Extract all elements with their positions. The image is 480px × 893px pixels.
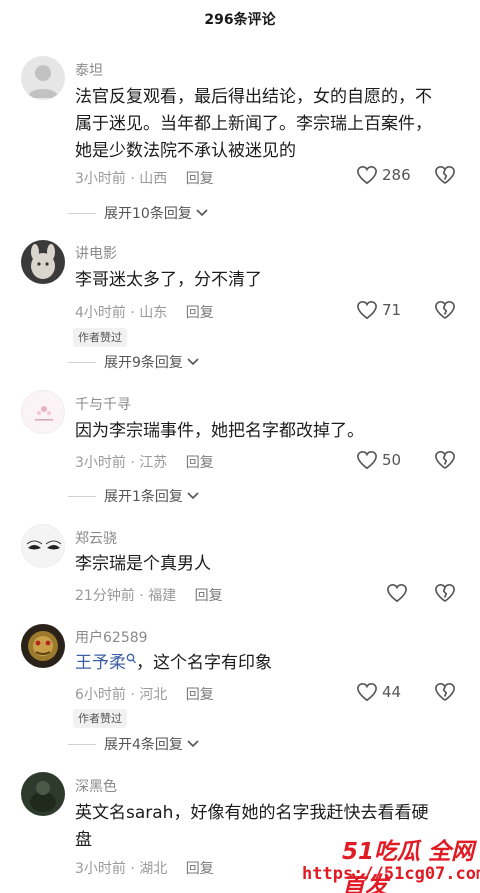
reply-button[interactable]: 回复 [186,171,214,187]
broken-heart-icon [435,451,455,469]
like-count: 44 [382,683,402,701]
comment-text-line: ，这个名字有印象 [136,653,272,673]
heart-icon [357,300,377,320]
divider-line [68,743,96,745]
broken-heart-icon [435,166,455,184]
comment-count-title: 296条评论 [204,12,276,28]
comment-text-line: 李哥迷太多了，分不清了 [75,270,262,290]
comment-text: 王予柔 ，这个名字有印象 [75,650,467,677]
divider-line [68,361,96,363]
like-count: 71 [382,301,402,319]
comment-meta: 3小时前 · 湖北 回复 [75,861,214,877]
comment-text: 李宗瑞是个真男人 [75,551,467,578]
comment-username[interactable]: 泰坦 [75,60,103,80]
comment-text: 法官反复观看，最后得出结论，女的自愿的，不 属于迷见。当年都上新闻了。李宗瑞上百… [75,84,467,165]
broken-heart-icon [435,584,455,602]
heart-icon [387,583,407,603]
comment-time: 21分钟前 [75,588,135,604]
like-button[interactable]: 286 [356,165,411,185]
comment-meta: 6小时前 · 河北 回复 [75,687,214,703]
expand-replies-button[interactable]: 展开4条回复 [68,734,199,754]
like-count: 50 [382,451,402,469]
comment-time: 6小时前 [75,687,126,703]
broken-heart-icon [435,301,455,319]
dislike-button[interactable] [434,300,456,324]
comment-time: 4小时前 [75,305,126,321]
expand-replies-label: 展开9条回复 [104,355,183,371]
comment-meta: 3小时前 · 山西 回复 [75,171,214,187]
like-button[interactable]: 44 [356,682,401,702]
expand-replies-button[interactable]: 展开1条回复 [68,486,199,506]
comment-meta: 21分钟前 · 福建 回复 [75,588,223,604]
comment-time: 3小时前 [75,455,126,471]
chevron-down-icon [187,492,199,500]
chevron-down-icon [187,740,199,748]
author-liked-badge: 作者赞过 [73,328,127,347]
expand-replies-label: 展开10条回复 [104,206,192,222]
comment-location: 河北 [139,687,168,703]
comment-text-line: 法官反复观看，最后得出结论，女的自愿的，不 [75,87,432,107]
comment-text-line: 李宗瑞是个真男人 [75,554,211,574]
heart-icon [357,682,377,702]
divider-line [68,495,96,497]
chevron-down-icon [196,209,208,217]
eyes-avatar-icon[interactable] [21,524,65,568]
default-avatar-icon[interactable] [21,56,65,100]
like-button[interactable] [386,583,408,603]
expand-replies-label: 展开4条回复 [104,737,183,753]
comment-meta: 3小时前 · 江苏 回复 [75,455,214,471]
comment-location: 湖北 [139,861,168,877]
heart-icon [357,450,377,470]
comment-text-line: 属于迷见。当年都上新闻了。李宗瑞上百案件， [75,114,432,134]
comment-username[interactable]: 千与千寻 [75,394,131,414]
comment-text: 李哥迷太多了，分不清了 [75,267,467,294]
like-button[interactable]: 50 [356,450,401,470]
watermark-url: https://51cg07.com [302,864,480,884]
comment-location: 江苏 [139,455,168,471]
comment-location: 山东 [139,305,168,321]
expand-replies-button[interactable]: 展开10条回复 [68,203,208,223]
comment-meta: 4小时前 · 山东 回复 [75,305,214,321]
dislike-button[interactable] [434,165,456,189]
plush-toy-avatar-icon[interactable] [21,240,65,284]
dislike-button[interactable] [434,450,456,474]
author-liked-badge: 作者赞过 [73,709,127,728]
user-mention-link[interactable]: 王予柔 [75,653,126,673]
flower-avatar-icon[interactable] [21,390,65,434]
reply-button[interactable]: 回复 [186,861,214,877]
dragon-avatar-icon[interactable] [21,624,65,668]
expand-replies-label: 展开1条回复 [104,489,183,505]
dislike-button[interactable] [434,682,456,706]
comment-text-line: 她是少数法院不承认被迷见的 [75,141,296,161]
reply-button[interactable]: 回复 [186,305,214,321]
comment-username[interactable]: 用户62589 [75,627,148,647]
comment-text-line: 英文名sarah，好像有她的名字我赶快去看看硬 [75,803,429,823]
comment-username[interactable]: 郑云骁 [75,528,117,548]
site-watermark: 51吃瓜 全网首发 https://51cg07.com [288,832,480,893]
reply-button[interactable]: 回复 [186,687,214,703]
heart-icon [357,165,377,185]
reply-button[interactable]: 回复 [195,588,223,604]
comment-text: 因为李宗瑞事件，她把名字都改掉了。 [75,418,467,445]
comment-location: 福建 [148,588,177,604]
comment-time: 3小时前 [75,861,126,877]
comment-username[interactable]: 深黑色 [75,776,117,796]
divider-line [68,212,96,214]
reply-button[interactable]: 回复 [186,455,214,471]
broken-heart-icon [435,683,455,701]
expand-replies-button[interactable]: 展开9条回复 [68,352,199,372]
dislike-button[interactable] [434,583,456,607]
comment-time: 3小时前 [75,171,126,187]
dark-avatar-icon[interactable] [21,772,65,816]
search-icon [126,653,136,664]
comment-location: 山西 [139,171,168,187]
like-button[interactable]: 71 [356,300,401,320]
comment-username[interactable]: 讲电影 [75,243,117,263]
chevron-down-icon [187,358,199,366]
like-count: 286 [382,166,411,184]
comments-header: 296条评论 [0,0,480,40]
comment-text-line: 因为李宗瑞事件，她把名字都改掉了。 [75,421,364,441]
